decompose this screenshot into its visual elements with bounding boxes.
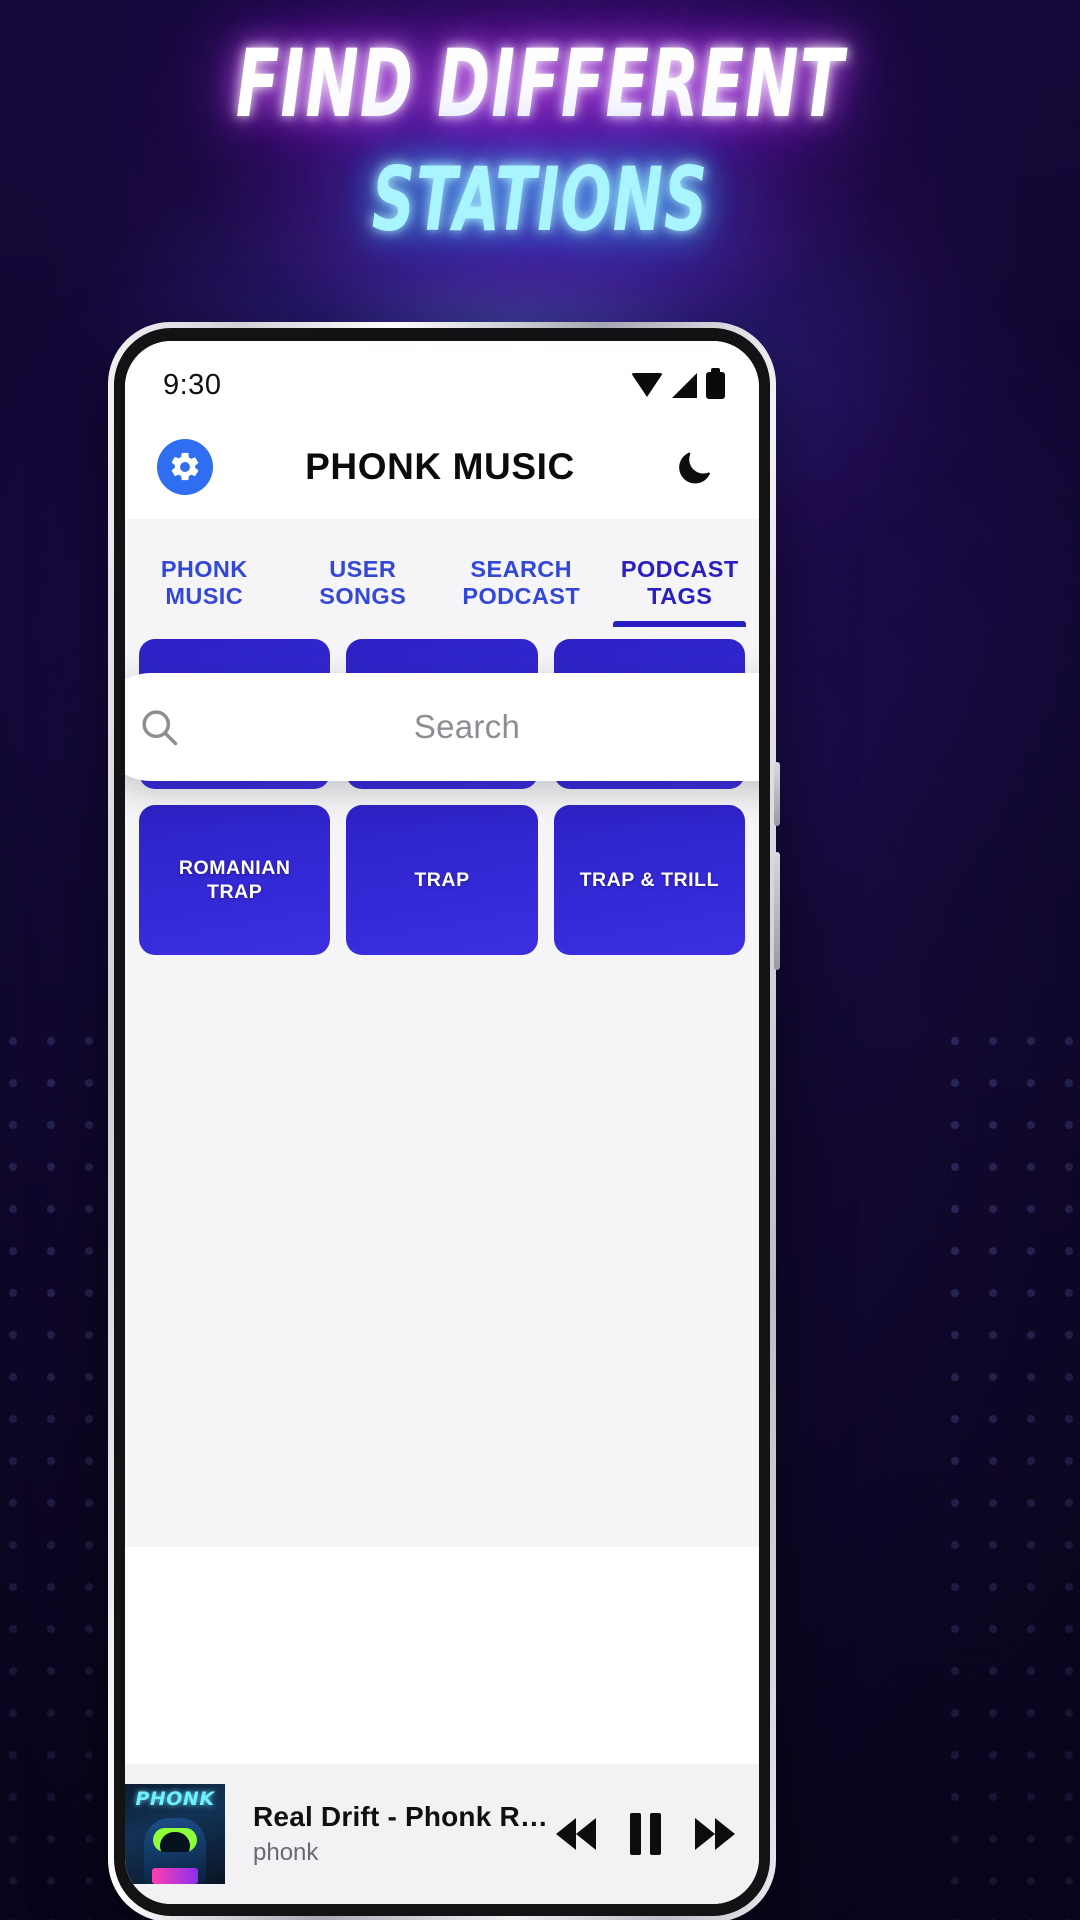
wifi-icon bbox=[631, 373, 663, 397]
pause-icon bbox=[630, 1813, 641, 1855]
moon-icon bbox=[679, 452, 710, 484]
theme-toggle-button[interactable] bbox=[667, 439, 723, 495]
volume-button bbox=[774, 762, 780, 826]
rewind-icon bbox=[576, 1818, 596, 1850]
tag-tile[interactable]: ROMANIAN TRAP bbox=[139, 805, 331, 955]
tag-label: TRAP bbox=[414, 868, 470, 891]
track-subtitle: phonk bbox=[253, 1839, 319, 1866]
fast-forward-icon bbox=[695, 1818, 715, 1850]
search-icon bbox=[142, 710, 178, 746]
promo-headline: FIND DIFFERENT STATIONS bbox=[0, 22, 1080, 243]
pause-icon bbox=[650, 1813, 661, 1855]
pause-button[interactable] bbox=[630, 1813, 661, 1855]
mini-player-bar: PHONK Real Drift - Phonk Radio phonk bbox=[125, 1764, 759, 1904]
app-title: PHONK MUSIC bbox=[305, 446, 575, 487]
tag-label: TRAP & TRILL bbox=[579, 868, 720, 891]
rewind-icon bbox=[556, 1818, 576, 1850]
tab-label-line2: TAGS bbox=[647, 583, 713, 610]
status-bar: 9:30 bbox=[125, 341, 759, 415]
tab-label-line1: USER bbox=[329, 555, 397, 582]
track-title: Real Drift - Phonk Radio bbox=[253, 1801, 556, 1832]
tab-user-songs[interactable]: USER SONGS bbox=[284, 556, 443, 627]
status-icon-group bbox=[631, 367, 725, 399]
tag-tile[interactable]: TRAP bbox=[346, 805, 538, 955]
tab-search-podcast[interactable]: SEARCH PODCAST bbox=[442, 556, 601, 627]
app-bar: PHONK MUSIC bbox=[125, 415, 759, 519]
rewind-button[interactable] bbox=[556, 1818, 596, 1850]
tab-bar: PHONK MUSIC USER SONGS SEARCH PODCAST PO… bbox=[125, 519, 760, 628]
cellular-signal-icon bbox=[672, 372, 697, 398]
tab-label-line2: PODCAST bbox=[462, 583, 581, 610]
forward-button[interactable] bbox=[695, 1818, 735, 1850]
status-clock: 9:30 bbox=[163, 368, 222, 401]
promo-headline-line1: FIND DIFFERENT bbox=[235, 29, 845, 139]
tab-label-line1: PODCAST bbox=[620, 555, 739, 582]
phone-mockup: 9:30 PHONK MUSIC PHONK MUSIC USER SONGS … bbox=[108, 322, 780, 1920]
promo-headline-line2: STATIONS bbox=[371, 147, 709, 252]
gear-icon bbox=[171, 452, 199, 481]
artwork-character bbox=[144, 1818, 206, 1884]
album-artwork[interactable]: PHONK bbox=[125, 1784, 225, 1884]
power-button bbox=[774, 852, 780, 970]
tag-label: ROMANIAN TRAP bbox=[178, 856, 291, 903]
search-input[interactable]: Search bbox=[181, 708, 753, 746]
tab-label-line2: SONGS bbox=[319, 583, 407, 610]
phone-screen: 9:30 PHONK MUSIC PHONK MUSIC USER SONGS … bbox=[125, 341, 759, 1904]
phone-bezel: 9:30 PHONK MUSIC PHONK MUSIC USER SONGS … bbox=[114, 328, 770, 1916]
settings-button[interactable] bbox=[157, 439, 213, 495]
tab-label-line1: PHONK bbox=[160, 555, 248, 582]
tag-tile[interactable]: TRAP & TRILL bbox=[553, 805, 745, 955]
tab-phonk-music[interactable]: PHONK MUSIC bbox=[125, 556, 284, 627]
search-bar[interactable]: Search bbox=[125, 673, 759, 781]
track-info: Real Drift - Phonk Radio phonk bbox=[225, 1801, 556, 1867]
tab-label-line1: SEARCH bbox=[470, 555, 573, 582]
tab-label-line2: MUSIC bbox=[165, 583, 244, 610]
fast-forward-icon bbox=[715, 1818, 735, 1850]
player-controls bbox=[556, 1813, 735, 1855]
battery-icon bbox=[706, 367, 725, 399]
tab-podcast-tags[interactable]: PODCAST TAGS bbox=[601, 555, 760, 628]
artwork-label: PHONK bbox=[135, 1788, 215, 1810]
